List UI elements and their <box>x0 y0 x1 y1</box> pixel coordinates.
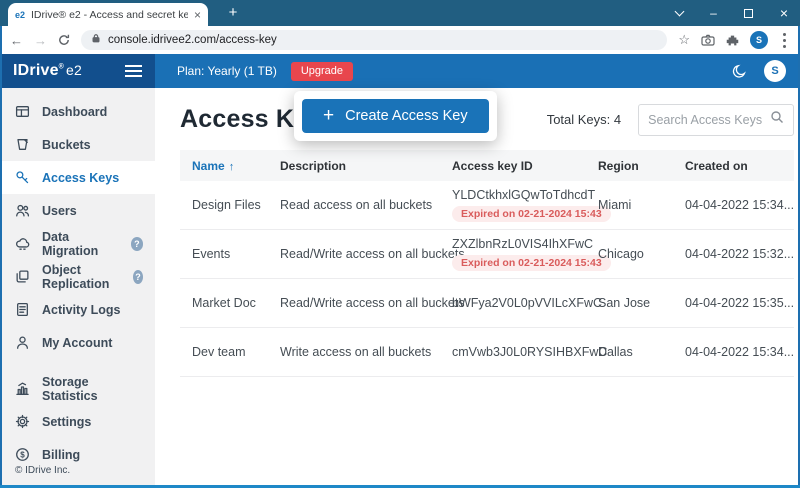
sidebar-item-label: Activity Logs <box>42 303 121 317</box>
sidebar-item-storage-statistics[interactable]: Storage Statistics <box>0 372 155 405</box>
access-key-id: bWFya2V0L0pVVILcXFwC <box>452 296 602 310</box>
bookmark-star-icon[interactable]: ☆ <box>678 32 690 48</box>
person-icon <box>15 335 30 350</box>
table-header-row: Name↑ Description Access key ID Region C… <box>180 150 794 181</box>
browser-menu-kebab-icon[interactable] <box>783 39 786 42</box>
help-icon[interactable]: ? <box>133 270 143 284</box>
column-header-created-on[interactable]: Created on <box>673 159 794 173</box>
sidebar-item-my-account[interactable]: My Account <box>0 326 155 359</box>
refresh-button[interactable] <box>58 34 70 46</box>
site-favicon: e2 <box>15 10 25 20</box>
tab-close-icon[interactable]: × <box>194 8 201 22</box>
back-button[interactable]: ← <box>10 33 23 48</box>
sidebar-item-object-replication[interactable]: Object Replication ? <box>0 260 155 293</box>
sidebar: Dashboard Buckets Access Keys Users Data… <box>0 88 155 486</box>
account-avatar[interactable]: S <box>764 60 786 82</box>
sidebar-item-label: Access Keys <box>42 171 119 185</box>
table-body: Design Files Read access on all buckets … <box>180 181 794 377</box>
access-key-id: YLDCtkhxlGQwToTdhcdT <box>452 188 595 202</box>
sidebar-item-dashboard[interactable]: Dashboard <box>0 95 155 128</box>
sidebar-nav: Dashboard Buckets Access Keys Users Data… <box>0 95 155 471</box>
sidebar-item-label: Buckets <box>42 138 91 152</box>
sidebar-item-settings[interactable]: Settings <box>0 405 155 438</box>
table-row[interactable]: Dev team Write access on all buckets cmV… <box>180 328 794 377</box>
new-tab-button[interactable]: + <box>222 2 244 24</box>
logo-block: IDrive®e2 <box>0 54 155 88</box>
access-key-id: ZXZlbnRzL0VIS4IhXFwC <box>452 237 593 251</box>
plus-icon: + <box>323 106 334 125</box>
sidebar-item-label: Users <box>42 204 77 218</box>
replication-icon <box>15 269 30 284</box>
minimize-button[interactable]: – <box>710 7 717 19</box>
browser-navbar: ← → console.idrivee2.com/access-key ☆ <box>0 26 800 54</box>
forward-button[interactable]: → <box>34 33 47 48</box>
access-keys-table: Name↑ Description Access key ID Region C… <box>180 150 794 377</box>
sort-asc-icon: ↑ <box>229 161 235 173</box>
bar-chart-icon <box>15 381 30 396</box>
create-access-key-button[interactable]: + Create Access Key <box>302 99 489 133</box>
maximize-button[interactable] <box>744 9 753 18</box>
plan-label: Plan: Yearly (1 TB) <box>177 64 277 78</box>
browser-tab[interactable]: e2 IDrive® e2 - Access and secret ke × <box>8 3 208 26</box>
sidebar-item-label: My Account <box>42 336 112 350</box>
window-frame-edge <box>0 26 2 488</box>
bucket-icon <box>15 137 30 152</box>
column-header-region[interactable]: Region <box>586 159 673 173</box>
sidebar-item-access-keys[interactable]: Access Keys <box>0 161 155 194</box>
sidebar-item-label: Billing <box>42 448 80 462</box>
column-header-name[interactable]: Name↑ <box>180 159 268 173</box>
document-icon <box>15 302 30 317</box>
screenshot-camera-icon[interactable] <box>701 34 715 46</box>
url-bar[interactable]: console.idrivee2.com/access-key <box>81 30 667 50</box>
total-keys-label: Total Keys: 4 <box>547 112 621 127</box>
lock-icon <box>91 31 101 49</box>
sidebar-item-label: Dashboard <box>42 105 107 119</box>
search-input[interactable] <box>648 113 770 127</box>
copyright-label: © IDrive Inc. <box>15 465 70 476</box>
help-icon[interactable]: ? <box>131 237 143 251</box>
sidebar-item-users[interactable]: Users <box>0 194 155 227</box>
main-content: Access Keys Total Keys: 4 + Create Acces… <box>155 88 800 486</box>
hamburger-menu-icon[interactable] <box>125 65 142 77</box>
sidebar-item-buckets[interactable]: Buckets <box>0 128 155 161</box>
extensions-puzzle-icon[interactable] <box>726 34 739 47</box>
sidebar-item-label: Data Migration <box>42 230 119 258</box>
sidebar-item-label: Storage Statistics <box>42 375 143 403</box>
dashboard-icon <box>15 104 30 119</box>
table-row[interactable]: Market Doc Read/Write access on all buck… <box>180 279 794 328</box>
close-window-button[interactable]: × <box>780 6 788 20</box>
gear-icon <box>15 414 30 429</box>
tab-title: IDrive® e2 - Access and secret ke <box>31 9 188 21</box>
idrive-e2-logo: IDrive®e2 <box>13 62 82 80</box>
app-header: IDrive®e2 Plan: Yearly (1 TB) Upgrade S <box>0 54 800 88</box>
cloud-upload-icon <box>15 236 30 251</box>
sidebar-item-activity-logs[interactable]: Activity Logs <box>0 293 155 326</box>
key-icon <box>15 170 30 185</box>
column-header-description[interactable]: Description <box>268 159 440 173</box>
table-row[interactable]: Events Read/Write access on all buckets … <box>180 230 794 279</box>
browser-profile-avatar[interactable]: S <box>750 31 768 49</box>
column-header-access-key-id[interactable]: Access key ID <box>440 159 586 173</box>
create-access-key-popover: + Create Access Key <box>294 91 497 141</box>
svg-text:$: $ <box>20 450 25 459</box>
table-row[interactable]: Design Files Read access on all buckets … <box>180 181 794 230</box>
dark-mode-moon-icon[interactable] <box>731 63 748 80</box>
tab-search-chevron-icon[interactable] <box>675 7 685 17</box>
access-key-id: cmVwb3J0L0RYSIHBXFwC <box>452 345 607 359</box>
dollar-icon: $ <box>15 447 30 462</box>
browser-window: e2 IDrive® e2 - Access and secret ke × +… <box>0 0 800 488</box>
sidebar-item-data-migration[interactable]: Data Migration ? <box>0 227 155 260</box>
users-icon <box>15 203 30 218</box>
upgrade-button[interactable]: Upgrade <box>291 62 353 81</box>
browser-titlebar: e2 IDrive® e2 - Access and secret ke × +… <box>0 0 800 26</box>
sidebar-item-label: Settings <box>42 415 91 429</box>
url-text: console.idrivee2.com/access-key <box>108 34 277 46</box>
sidebar-item-label: Object Replication <box>42 263 121 291</box>
search-icon[interactable] <box>770 110 784 129</box>
search-box[interactable] <box>638 104 794 136</box>
